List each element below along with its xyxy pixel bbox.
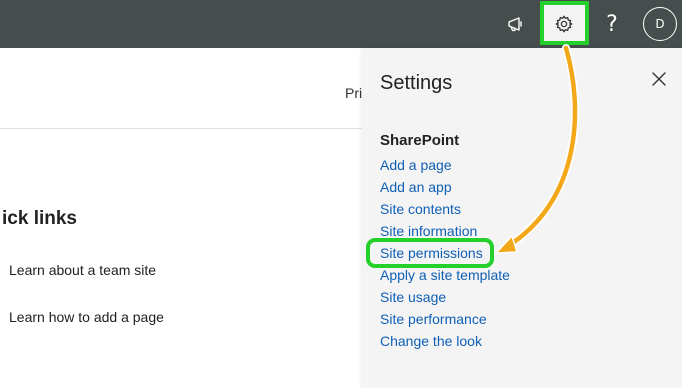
close-icon — [652, 71, 666, 91]
menu-item-change-look[interactable]: Change the look — [380, 333, 482, 349]
gear-icon — [554, 14, 574, 34]
menu-item-site-performance[interactable]: Site performance — [380, 311, 487, 327]
menu-item-site-contents[interactable]: Site contents — [380, 201, 461, 217]
menu-item-site-information[interactable]: Site information — [380, 223, 477, 239]
help-icon: ? — [606, 11, 618, 37]
menu-item-site-usage[interactable]: Site usage — [380, 289, 446, 305]
page-content: Priv ick links Learn about a team site L… — [0, 48, 369, 388]
section-title-sharepoint: SharePoint — [380, 132, 460, 149]
menu-item-add-page[interactable]: Add a page — [380, 157, 452, 173]
feedback-button[interactable] — [494, 0, 538, 48]
panel-title: Settings — [380, 72, 453, 94]
close-button[interactable] — [648, 70, 670, 92]
avatar[interactable]: D — [643, 7, 677, 41]
megaphone-icon — [506, 15, 526, 33]
divider — [0, 128, 362, 129]
suite-header: ? D — [0, 0, 682, 48]
quick-links-title: ick links — [2, 208, 77, 229]
menu-item-apply-site-template[interactable]: Apply a site template — [380, 267, 510, 283]
menu-item-site-permissions[interactable]: Site permissions — [380, 245, 483, 261]
quick-link[interactable]: Learn about a team site — [9, 262, 156, 278]
settings-panel: Settings SharePoint Add a page Add an ap… — [362, 48, 682, 388]
help-button[interactable]: ? — [590, 0, 634, 48]
quick-link[interactable]: Learn how to add a page — [9, 309, 164, 325]
settings-button[interactable] — [542, 0, 586, 48]
menu-item-add-app[interactable]: Add an app — [380, 179, 452, 195]
